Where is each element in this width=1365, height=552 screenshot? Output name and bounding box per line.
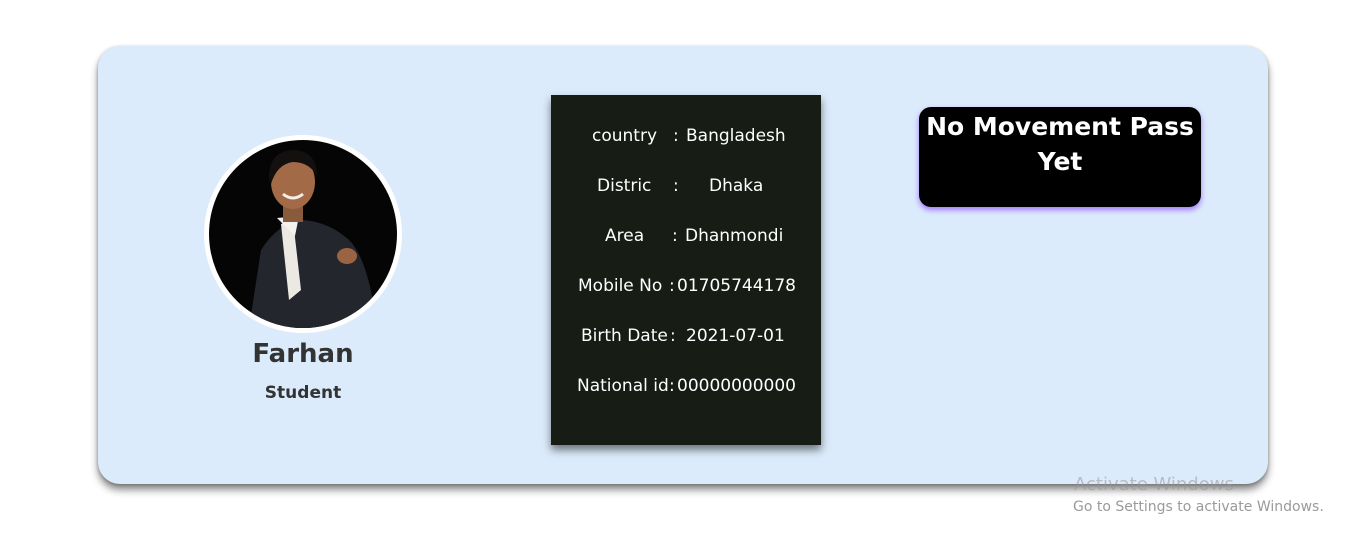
info-row-birth-date: Birth Date : 2021-07-01 (551, 322, 821, 350)
info-row-area: Area : Dhanmondi (551, 222, 821, 250)
movement-pass-status-badge: No Movement Pass Yet (919, 107, 1201, 207)
info-label: National id (577, 376, 669, 396)
info-label: Area (605, 226, 645, 246)
profile-photo (209, 140, 397, 328)
info-label: Distric (597, 176, 652, 196)
info-separator: : (672, 226, 678, 246)
info-separator: : (670, 326, 676, 346)
info-value: 01705744178 (677, 276, 796, 296)
status-line-2: Yet (1037, 147, 1083, 176)
info-row-national-id: National id : 00000000000 (551, 372, 821, 400)
info-value: Bangladesh (686, 126, 786, 146)
info-panel: country : Bangladesh Distric : Dhaka Are… (551, 95, 821, 445)
avatar (204, 135, 402, 333)
profile-name: Farhan (252, 339, 354, 369)
info-separator: : (669, 276, 675, 296)
info-value: Dhaka (709, 176, 764, 196)
info-value: 00000000000 (677, 376, 796, 396)
info-label: Mobile No (578, 276, 663, 296)
info-row-district: Distric : Dhaka (551, 172, 821, 200)
info-value: Dhanmondi (685, 226, 784, 246)
info-separator: : (673, 126, 679, 146)
info-row-mobile: Mobile No : 01705744178 (551, 272, 821, 300)
status-line-1: No Movement Pass (926, 112, 1194, 141)
activate-windows-title: Activate Windows (1074, 474, 1234, 495)
activate-windows-subtitle: Go to Settings to activate Windows. (1073, 499, 1324, 515)
info-separator: : (669, 376, 675, 396)
info-separator: : (673, 176, 679, 196)
info-label: country (592, 126, 658, 146)
profile-role: Student (264, 383, 342, 403)
info-value: 2021-07-01 (686, 326, 785, 346)
info-label: Birth Date (581, 326, 668, 346)
info-row-country: country : Bangladesh (551, 122, 821, 150)
